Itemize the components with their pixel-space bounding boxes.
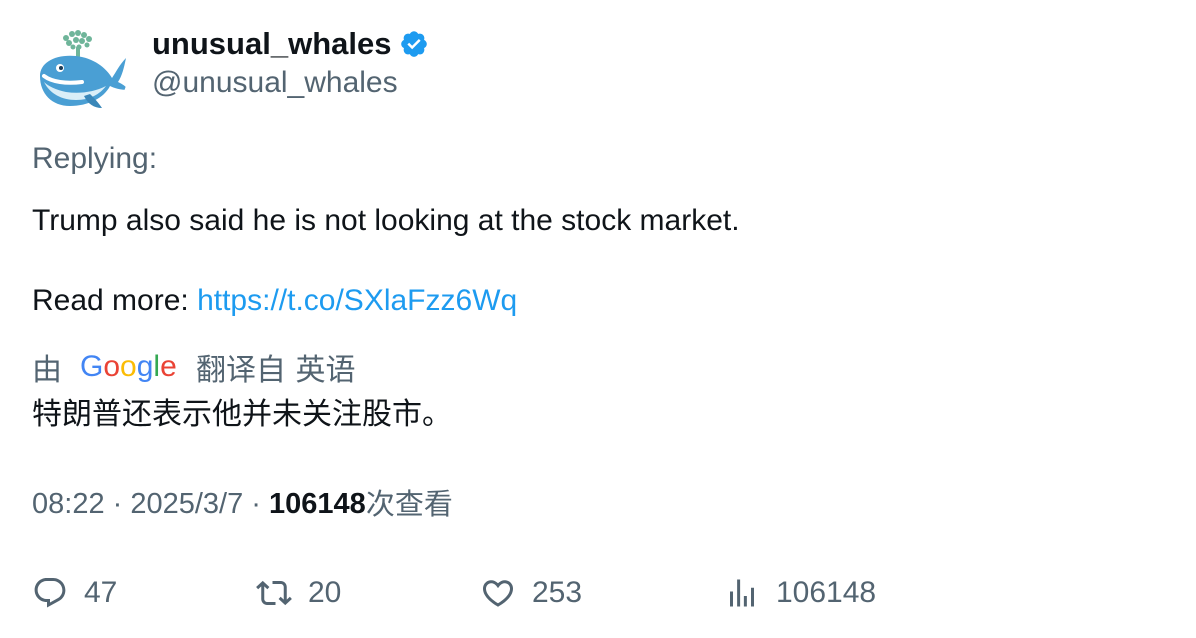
like-count: 253	[532, 576, 583, 609]
reply-button[interactable]: 47	[32, 571, 117, 615]
retweet-button[interactable]: 20	[256, 571, 341, 615]
meta-separator: ·	[104, 488, 131, 520]
tweet-header: unusual_whales @unusual_whales	[32, 24, 429, 120]
like-button[interactable]: 253	[480, 571, 582, 615]
views-action-count: 106148	[776, 576, 877, 609]
translated-from-label[interactable]: 翻译自 英语	[196, 345, 356, 389]
tweet-meta: 08:22 · 2025/3/7 · 106148 次查看	[32, 485, 453, 523]
action-bar: 47 20 253 106148	[32, 571, 1162, 615]
google-logo-icon: Google	[80, 349, 178, 385]
tweet-date[interactable]: 2025/3/7	[130, 485, 243, 523]
views-count: 106148	[269, 488, 366, 520]
views-chart-icon	[730, 579, 754, 607]
read-more-label: Read more:	[32, 284, 198, 317]
whale-avatar-icon	[32, 24, 128, 120]
retweet-count: 20	[308, 576, 342, 609]
views-label: 次查看	[365, 487, 453, 521]
meta-separator-2: ·	[243, 488, 270, 520]
svg-text:Google: Google	[80, 350, 177, 383]
verified-badge-icon[interactable]	[399, 29, 429, 59]
views-button[interactable]: 106148	[724, 571, 876, 615]
display-name-row: unusual_whales	[152, 26, 429, 62]
retweet-icon	[256, 580, 292, 606]
reply-count: 47	[84, 576, 118, 609]
heart-icon	[482, 580, 514, 607]
translation-by-label: 由	[32, 353, 62, 388]
reply-icon	[34, 578, 66, 608]
tweet-text: Trump also said he is not looking at the…	[32, 204, 740, 237]
tweet-time[interactable]: 08:22	[32, 485, 105, 523]
tweet-card: unusual_whales @unusual_whales Replying:…	[0, 0, 1196, 638]
avatar[interactable]	[32, 24, 128, 120]
replying-label: Replying:	[32, 142, 158, 175]
account-handle[interactable]: @unusual_whales	[152, 65, 429, 101]
display-name[interactable]: unusual_whales	[152, 26, 391, 62]
account-names: unusual_whales @unusual_whales	[152, 24, 429, 101]
translated-text: 特朗普还表示他并未关注股市。	[32, 397, 452, 432]
read-more-line: Read more: https://t.co/SXlaFzz6Wq	[32, 281, 517, 321]
translation-attribution: 由 Google 翻译自 英语	[32, 345, 356, 389]
tweet-link[interactable]: https://t.co/SXlaFzz6Wq	[197, 284, 517, 317]
